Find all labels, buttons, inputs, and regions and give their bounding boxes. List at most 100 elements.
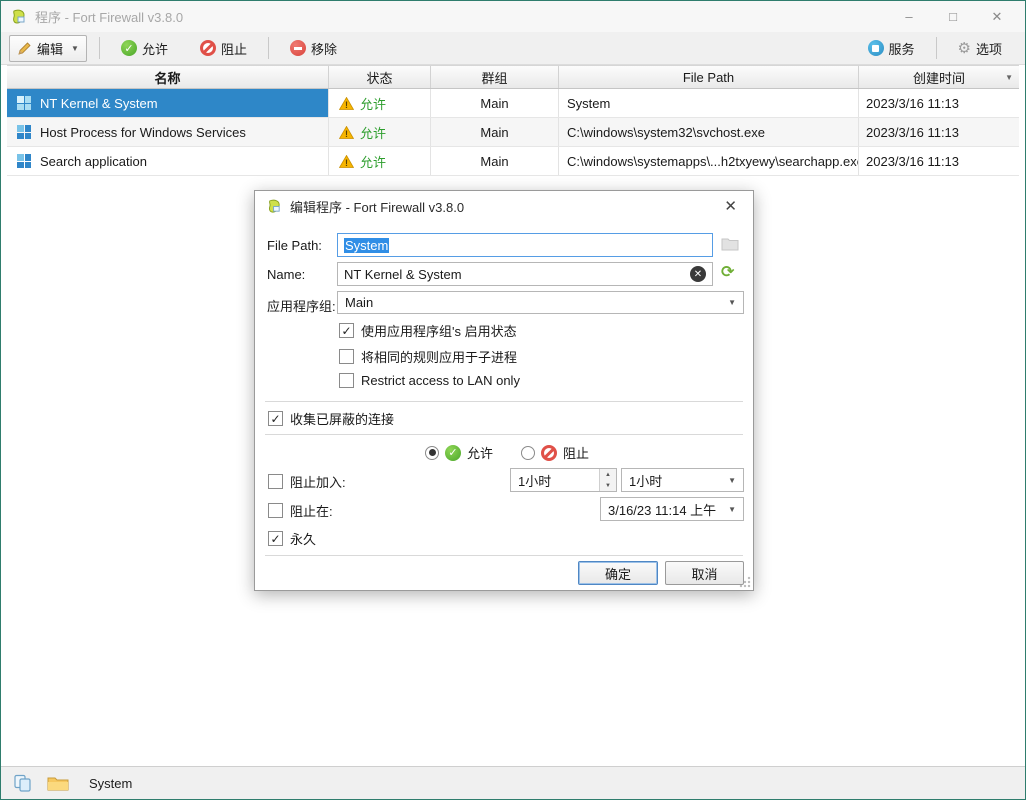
filepath-cell: C:\windows\system32\svchost.exe: [559, 118, 859, 146]
block-at-value: 3/16/23 11:14 上午: [608, 500, 716, 519]
group-cell: Main: [431, 118, 559, 146]
app-group-value: Main: [345, 295, 373, 310]
statusbar-text: System: [89, 776, 132, 791]
svg-text:!: !: [345, 100, 348, 110]
folder-icon: [721, 237, 739, 251]
svg-text:!: !: [345, 129, 348, 139]
warning-icon: !: [339, 97, 354, 110]
status-text: 允许: [360, 94, 386, 113]
cancel-button[interactable]: 取消: [665, 561, 744, 585]
services-button[interactable]: 服务: [859, 36, 924, 61]
block-in-spin-value: 1小时: [518, 471, 551, 490]
resize-grip[interactable]: [739, 576, 751, 588]
dialog-titlebar: 编辑程序 - Fort Firewall v3.8.0 ✕: [255, 191, 753, 221]
edit-button[interactable]: 编辑 ▼: [9, 35, 87, 62]
chevron-down-icon: ▼: [728, 505, 736, 514]
chevron-down-icon: ▼: [71, 44, 79, 53]
statusbar: System: [1, 766, 1025, 799]
separator: [265, 401, 743, 402]
block-button[interactable]: 阻止: [191, 36, 256, 61]
pencil-icon: [17, 41, 32, 56]
column-header-name[interactable]: 名称: [7, 66, 329, 88]
chevron-down-icon: ▼: [728, 298, 736, 307]
services-label: 服务: [889, 39, 915, 58]
name-label: Name:: [267, 267, 305, 282]
checkbox-checked: ✓: [339, 323, 354, 338]
remove-icon: [290, 40, 306, 56]
dialog-title: 编辑程序 - Fort Firewall v3.8.0: [290, 197, 718, 216]
lan-only-checkbox[interactable]: Restrict access to LAN only: [339, 373, 520, 388]
checkbox-checked: ✓: [268, 411, 283, 426]
table-row[interactable]: NT Kernel & System ! 允许 Main System 2023…: [7, 89, 1019, 118]
table-row[interactable]: Host Process for Windows Services ! 允许 M…: [7, 118, 1019, 147]
file-path-input[interactable]: System: [337, 233, 713, 257]
toolbar-separator: [99, 37, 100, 59]
app-group-label: 应用程序组:: [267, 296, 336, 315]
table-header: 名称 状态 群组 File Path 创建时间 ▼: [7, 65, 1019, 89]
ok-button[interactable]: 确定: [578, 561, 658, 585]
created-cell: 2023/3/16 11:13: [859, 147, 1019, 175]
column-header-status[interactable]: 状态: [329, 66, 431, 88]
file-path-label: File Path:: [267, 238, 322, 253]
block-radio[interactable]: 阻止: [521, 443, 589, 462]
created-cell: 2023/3/16 11:13: [859, 118, 1019, 146]
edit-program-dialog: 编辑程序 - Fort Firewall v3.8.0 ✕ File Path:…: [254, 190, 754, 591]
windows-app-icon: [17, 96, 31, 110]
file-path-value: System: [344, 238, 389, 253]
remove-button[interactable]: 移除: [281, 36, 346, 61]
spin-up-icon: ▲: [600, 469, 616, 480]
checkbox-unchecked: [268, 474, 283, 489]
services-icon: [868, 40, 884, 56]
checkbox-unchecked: [339, 349, 354, 364]
forever-checkbox[interactable]: ✓ 永久: [268, 529, 316, 548]
status-text: 允许: [360, 152, 386, 171]
allow-check-icon: ✓: [121, 40, 137, 56]
block-icon: [200, 40, 216, 56]
toolbar: 编辑 ▼ ✓ 允许 阻止 移除 服务 ⚙ 选项: [1, 32, 1025, 65]
sort-desc-icon: ▼: [1005, 73, 1013, 82]
spin-down-icon: ▼: [600, 480, 616, 491]
toolbar-separator: [268, 37, 269, 59]
windows-app-icon: [17, 154, 31, 168]
refresh-icon[interactable]: ⟳: [721, 265, 734, 281]
allow-label: 允许: [142, 39, 168, 58]
spinner-arrows[interactable]: ▲▼: [599, 469, 616, 491]
svg-text:!: !: [345, 158, 348, 168]
close-button[interactable]: ✕: [975, 3, 1019, 31]
allow-button[interactable]: ✓ 允许: [112, 36, 177, 61]
block-in-checkbox[interactable]: 阻止加入:: [268, 472, 346, 491]
column-header-created[interactable]: 创建时间 ▼: [859, 66, 1019, 88]
collect-blocked-checkbox[interactable]: ✓ 收集已屏蔽的连接: [268, 409, 394, 428]
column-header-group[interactable]: 群组: [431, 66, 559, 88]
remove-label: 移除: [311, 39, 337, 58]
block-at-datetime-picker[interactable]: 3/16/23 11:14 上午 ▼: [600, 497, 744, 521]
browse-folder-button[interactable]: [717, 233, 742, 255]
windows-app-icon: [17, 125, 31, 139]
clear-icon[interactable]: ✕: [690, 266, 706, 282]
name-input[interactable]: NT Kernel & System ✕: [337, 262, 713, 286]
program-name: Search application: [40, 154, 147, 169]
dialog-close-icon[interactable]: ✕: [718, 195, 743, 217]
options-button[interactable]: ⚙ 选项: [949, 36, 1011, 61]
block-icon: [541, 445, 557, 461]
filepath-cell: C:\windows\systemapps\...h2txyewy\search…: [559, 147, 859, 175]
gear-icon: ⚙: [958, 41, 971, 56]
options-label: 选项: [976, 39, 1002, 58]
block-in-unit-select[interactable]: 1小时 ▼: [621, 468, 744, 492]
minimize-button[interactable]: –: [887, 3, 931, 31]
app-group-select[interactable]: Main ▼: [337, 291, 744, 314]
use-group-state-checkbox[interactable]: ✓ 使用应用程序组's 启用状态: [339, 321, 517, 340]
block-in-spinner[interactable]: 1小时 ▲▼: [510, 468, 617, 492]
block-at-checkbox[interactable]: 阻止在:: [268, 501, 333, 520]
app-icon: [267, 199, 282, 214]
checkbox-unchecked: [268, 503, 283, 518]
maximize-button[interactable]: □: [931, 3, 975, 31]
copy-icon[interactable]: [13, 774, 33, 792]
allow-radio[interactable]: ✓ 允许: [425, 443, 493, 462]
child-process-checkbox[interactable]: 将相同的规则应用于子进程: [339, 347, 517, 366]
table-row[interactable]: Search application ! 允许 Main C:\windows\…: [7, 147, 1019, 176]
radio-unselected: [521, 446, 535, 460]
program-name: Host Process for Windows Services: [40, 125, 246, 140]
column-header-filepath[interactable]: File Path: [559, 66, 859, 88]
folder-icon[interactable]: [47, 775, 69, 792]
